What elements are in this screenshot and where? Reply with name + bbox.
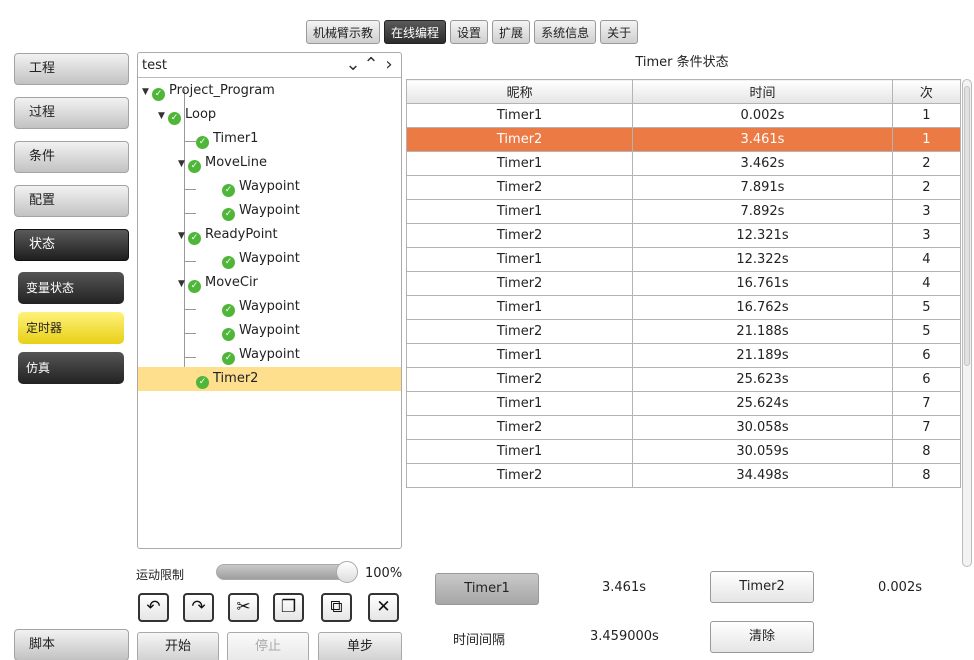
cut-icon[interactable]: ✂ bbox=[228, 593, 259, 622]
tab-about[interactable]: 关于 bbox=[600, 20, 639, 44]
tree-node-timer1[interactable]: ✓ Timer1 bbox=[138, 127, 401, 151]
collapse-arrow-icon[interactable]: ▼ bbox=[158, 104, 168, 128]
table-row[interactable]: Timer1 12.322s 4 bbox=[405, 247, 962, 272]
program-name: test bbox=[142, 57, 167, 73]
check-circle-icon: ✓ bbox=[222, 208, 235, 221]
sidebar-item-status[interactable]: 状态 bbox=[14, 229, 129, 261]
table-row[interactable]: Timer1 16.762s 5 bbox=[405, 295, 962, 320]
collapse-arrow-icon[interactable]: ▼ bbox=[142, 80, 152, 104]
table-row[interactable]: Timer1 21.189s 6 bbox=[405, 343, 962, 368]
interval-label: 时间间隔 bbox=[453, 633, 506, 648]
clear-button[interactable]: 清除 bbox=[710, 621, 814, 653]
program-header: test ⌄ ⌃ › bbox=[138, 53, 401, 78]
timer2-button[interactable]: Timer2 bbox=[710, 571, 814, 603]
tree-node-movecir[interactable]: ▼ ✓ MoveCir bbox=[138, 271, 401, 295]
timer2-value: 0.002s bbox=[878, 580, 922, 595]
table-row[interactable]: Timer1 25.624s 7 bbox=[405, 391, 962, 416]
tree-node-timer2[interactable]: ✓ Timer2 bbox=[138, 367, 401, 391]
check-circle-icon: ✓ bbox=[222, 304, 235, 317]
tab-online-programming[interactable]: 在线编程 bbox=[384, 20, 447, 44]
column-header-time: 时间 bbox=[632, 79, 893, 104]
table-row[interactable]: Timer1 0.002s 1 bbox=[405, 103, 962, 128]
check-circle-icon: ✓ bbox=[188, 160, 201, 173]
tree-node-moveline[interactable]: ▼ ✓ MoveLine bbox=[138, 151, 401, 175]
sidebar-item-config[interactable]: 配置 bbox=[14, 185, 129, 217]
tab-settings[interactable]: 设置 bbox=[450, 20, 489, 44]
table-row[interactable]: Timer1 7.892s 3 bbox=[405, 199, 962, 224]
tree-node-waypoint[interactable]: ✓ Waypoint bbox=[138, 343, 401, 367]
tab-arm-teach[interactable]: 机械臂示教 bbox=[306, 20, 381, 44]
interval-value: 3.459000s bbox=[590, 629, 659, 644]
table-row[interactable]: Timer2 30.058s 7 bbox=[405, 415, 962, 440]
check-circle-icon: ✓ bbox=[188, 280, 201, 293]
chevron-right-icon[interactable]: › bbox=[381, 55, 397, 75]
table-row[interactable]: Timer2 7.891s 2 bbox=[405, 175, 962, 200]
delete-icon[interactable]: ✕ bbox=[368, 593, 399, 622]
table-row[interactable]: Timer2 34.498s 8 bbox=[405, 463, 962, 488]
sidebar-sub-timer[interactable]: 定时器 bbox=[18, 312, 124, 344]
check-circle-icon: ✓ bbox=[222, 256, 235, 269]
undo-icon[interactable]: ↶ bbox=[138, 593, 169, 622]
check-circle-icon: ✓ bbox=[196, 376, 209, 389]
speed-value: 100% bbox=[365, 566, 403, 581]
program-tree-panel: test ⌄ ⌃ › ▼ ✓ Project_Program ▼ ✓ Loop ✓ Tim… bbox=[137, 52, 402, 549]
tree-node-waypoint[interactable]: ✓ Waypoint bbox=[138, 319, 401, 343]
table-row[interactable]: Timer2 21.188s 5 bbox=[405, 319, 962, 344]
sidebar-sub-variable-status[interactable]: 变量状态 bbox=[18, 272, 124, 304]
check-circle-icon: ✓ bbox=[152, 88, 165, 101]
tab-system-info[interactable]: 系统信息 bbox=[534, 20, 597, 44]
table-row[interactable]: Timer2 12.321s 3 bbox=[405, 223, 962, 248]
chevron-down-icon[interactable]: ⌄ bbox=[345, 55, 361, 75]
tree-node-readypoint[interactable]: ▼ ✓ ReadyPoint bbox=[138, 223, 401, 247]
sidebar-item-condition[interactable]: 条件 bbox=[14, 141, 129, 173]
tree-node-loop[interactable]: ▼ ✓ Loop bbox=[138, 103, 401, 127]
collapse-arrow-icon[interactable]: ▼ bbox=[178, 152, 188, 176]
table-row[interactable]: Timer2 16.761s 4 bbox=[405, 271, 962, 296]
top-tab-bar: 机械臂示教 在线编程 设置 扩展 系统信息 关于 bbox=[306, 20, 639, 44]
sidebar-sub-simulation[interactable]: 仿真 bbox=[18, 352, 124, 384]
table-row[interactable]: Timer2 25.623s 6 bbox=[405, 367, 962, 392]
scrollbar-thumb[interactable] bbox=[964, 86, 970, 366]
stop-button[interactable]: 停止 bbox=[227, 632, 309, 660]
check-circle-icon: ✓ bbox=[168, 112, 181, 125]
chevron-up-icon[interactable]: ⌃ bbox=[363, 55, 379, 75]
collapse-arrow-icon[interactable]: ▼ bbox=[178, 224, 188, 248]
check-circle-icon: ✓ bbox=[222, 184, 235, 197]
table-row[interactable]: Timer1 3.462s 2 bbox=[405, 151, 962, 176]
paste-icon[interactable]: ⧉ bbox=[321, 593, 352, 622]
speed-limit-label: 运动限制 bbox=[136, 568, 185, 582]
tree-node-waypoint[interactable]: ✓ Waypoint bbox=[138, 247, 401, 271]
column-header-nickname: 昵称 bbox=[405, 79, 634, 104]
timer-table: 昵称 时间 次 Timer1 0.002s 1 Timer2 3.461s 1 Time… bbox=[405, 79, 962, 488]
table-row[interactable]: Timer1 30.059s 8 bbox=[405, 439, 962, 464]
collapse-arrow-icon[interactable]: ▼ bbox=[178, 272, 188, 296]
timer1-button[interactable]: Timer1 bbox=[435, 573, 539, 605]
check-circle-icon: ✓ bbox=[188, 232, 201, 245]
sidebar-item-script[interactable]: 脚本 bbox=[14, 629, 129, 660]
speed-slider[interactable] bbox=[216, 564, 356, 580]
tree-node-waypoint[interactable]: ✓ Waypoint bbox=[138, 295, 401, 319]
copy-icon[interactable]: ❐ bbox=[273, 593, 304, 622]
table-scrollbar[interactable] bbox=[962, 79, 972, 567]
timer-table-title: Timer 条件状态 bbox=[635, 55, 729, 70]
speed-slider-handle[interactable] bbox=[336, 561, 358, 583]
step-button[interactable]: 单步 bbox=[318, 632, 402, 660]
check-circle-icon: ✓ bbox=[222, 352, 235, 365]
tree-node-project[interactable]: ▼ ✓ Project_Program bbox=[138, 79, 401, 103]
timer1-value: 3.461s bbox=[602, 580, 646, 595]
tab-extensions[interactable]: 扩展 bbox=[492, 20, 531, 44]
sidebar-item-process[interactable]: 过程 bbox=[14, 97, 129, 129]
tree-node-waypoint[interactable]: ✓ Waypoint bbox=[138, 175, 401, 199]
column-header-count: 次 bbox=[891, 79, 962, 104]
check-circle-icon: ✓ bbox=[196, 136, 209, 149]
redo-icon[interactable]: ↷ bbox=[183, 593, 214, 622]
tree-node-waypoint[interactable]: ✓ Waypoint bbox=[138, 199, 401, 223]
check-circle-icon: ✓ bbox=[222, 328, 235, 341]
start-button[interactable]: 开始 bbox=[137, 632, 219, 660]
sidebar-item-project[interactable]: 工程 bbox=[14, 53, 129, 85]
table-row-selected[interactable]: Timer2 3.461s 1 bbox=[405, 127, 962, 152]
